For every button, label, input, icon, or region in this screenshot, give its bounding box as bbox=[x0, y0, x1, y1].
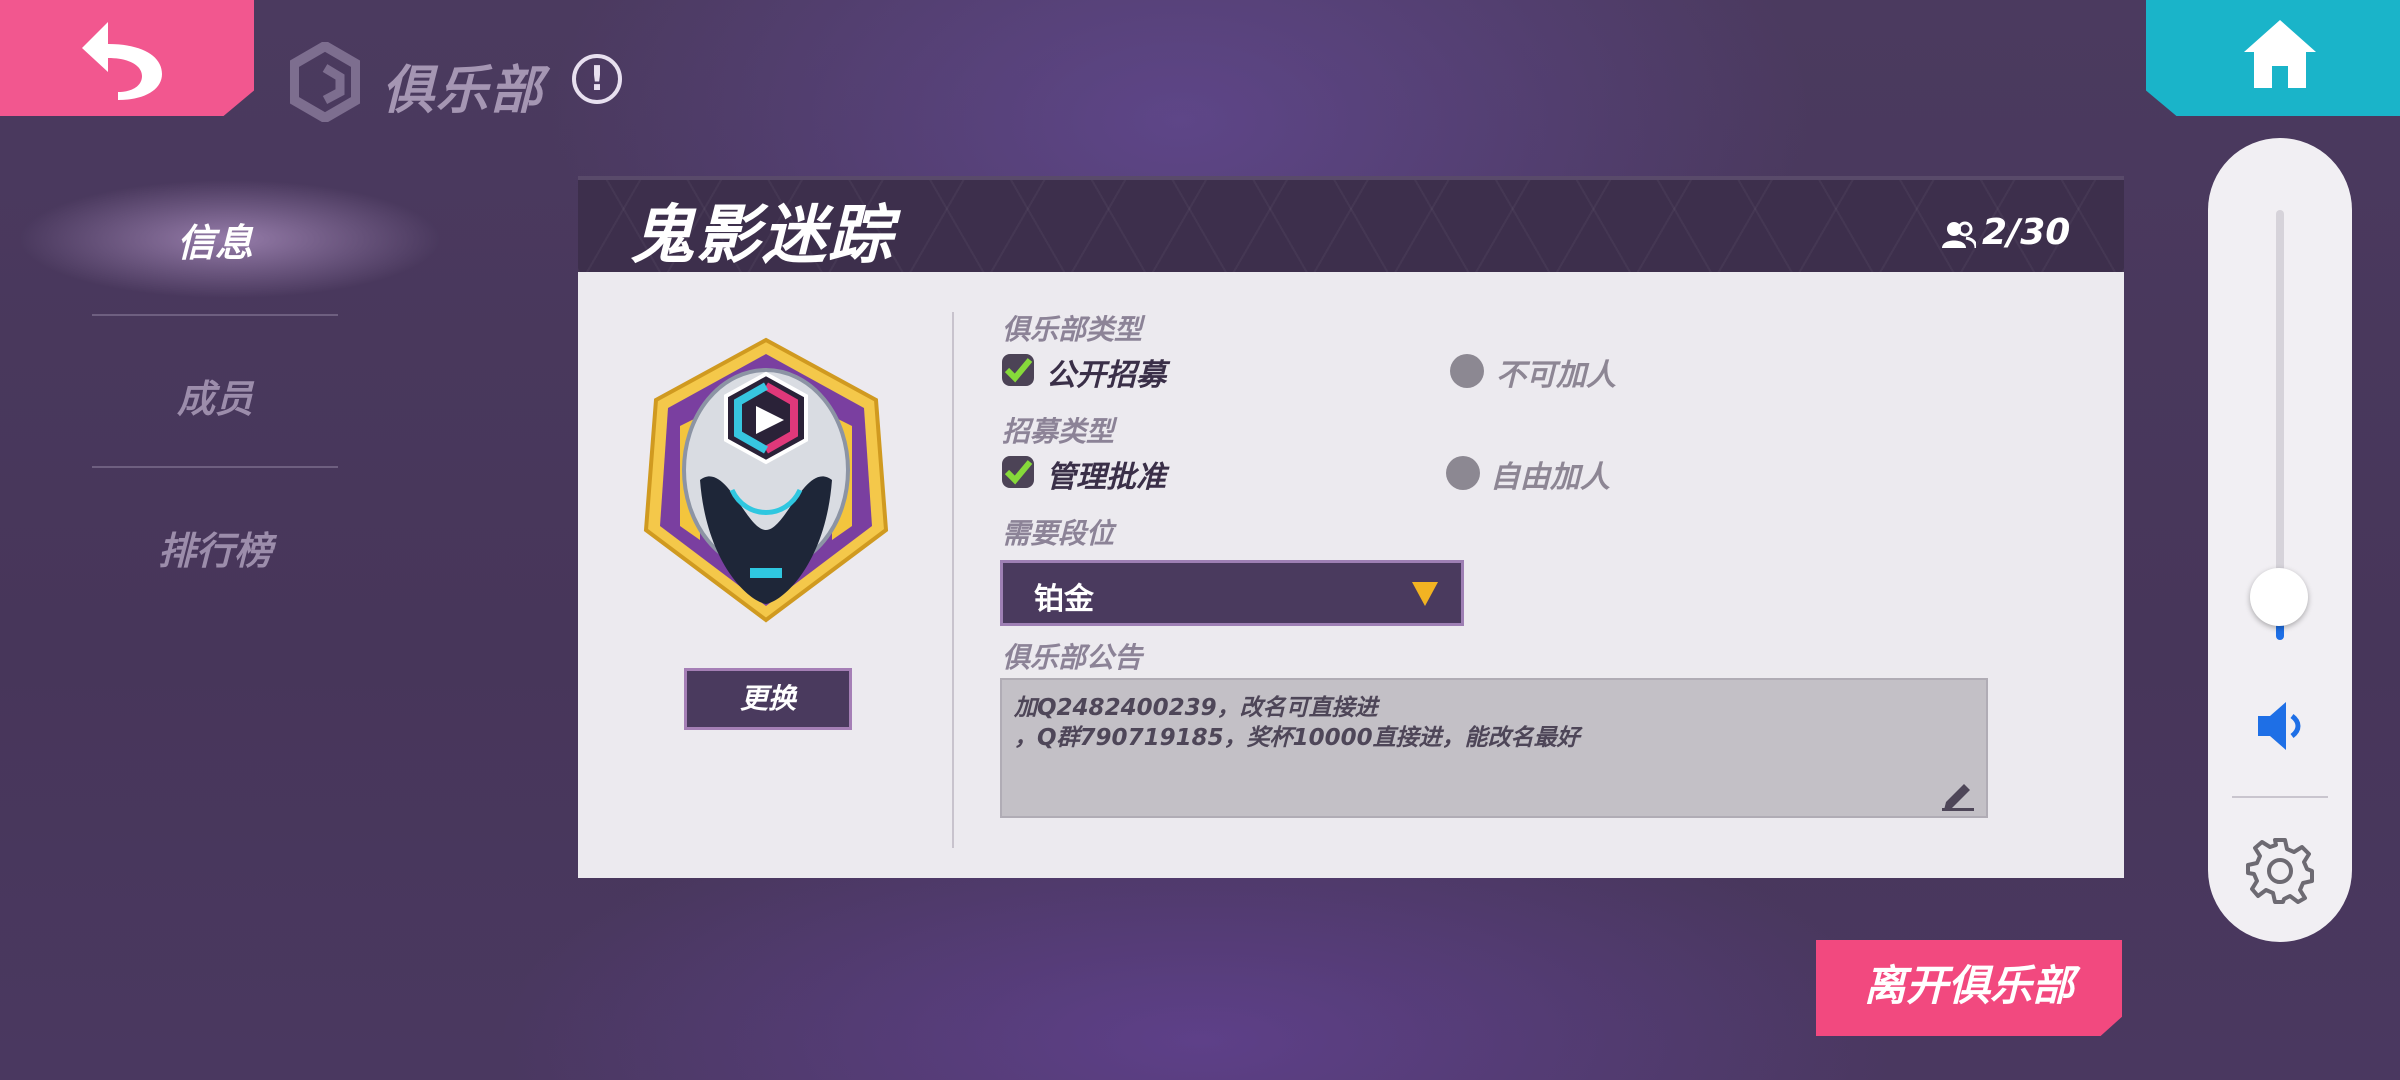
club-type-option-public[interactable]: 公开招募 bbox=[1046, 350, 1166, 394]
sidebar-divider bbox=[92, 466, 338, 468]
change-emblem-button[interactable]: 更换 bbox=[684, 668, 852, 730]
dropdown-arrow-icon bbox=[1412, 582, 1438, 606]
sidebar-item-members[interactable]: 成员 bbox=[60, 368, 370, 423]
club-type-label: 俱乐部类型 bbox=[1002, 313, 1143, 346]
recruit-type-option-free[interactable]: 自由加人 bbox=[1490, 452, 1610, 496]
home-icon bbox=[2244, 20, 2316, 88]
rank-value: 铂金 bbox=[1034, 582, 1094, 617]
recruit-type-option-approval[interactable]: 管理批准 bbox=[1046, 452, 1166, 496]
club-logo-icon bbox=[290, 42, 360, 122]
page-title: 俱乐部 bbox=[382, 61, 545, 121]
club-type-option-closed[interactable]: 不可加人 bbox=[1496, 350, 1616, 394]
sidebar-item-leaderboard[interactable]: 排行榜 bbox=[60, 520, 370, 575]
speaker-icon[interactable] bbox=[2256, 696, 2304, 756]
panel-divider bbox=[952, 312, 954, 848]
home-button[interactable] bbox=[2146, 0, 2400, 116]
volume-slider-handle[interactable] bbox=[2250, 568, 2308, 626]
notice-label: 俱乐部公告 bbox=[1002, 641, 1143, 674]
sidebar-item-info[interactable]: 信息 bbox=[60, 212, 370, 267]
back-arrow-icon bbox=[82, 22, 162, 100]
recruit-type-label: 招募类型 bbox=[1002, 415, 1115, 448]
info-icon[interactable]: ! bbox=[572, 54, 622, 104]
members-icon bbox=[1942, 221, 1976, 249]
club-type-radio-closed[interactable] bbox=[1450, 354, 1484, 388]
sidebar-divider bbox=[92, 314, 338, 316]
recruit-type-radio-free[interactable] bbox=[1446, 456, 1480, 490]
notice-line: 加Q2482400239，改名可直接进 bbox=[1014, 695, 1378, 721]
club-name: 鬼影迷踪 bbox=[630, 199, 894, 273]
edit-pencil-icon[interactable] bbox=[1940, 776, 1976, 812]
check-icon[interactable] bbox=[1000, 352, 1036, 388]
volume-panel-separator bbox=[2232, 796, 2328, 798]
notice-line: ，Q群790719185，奖杯10000直接进，能改名最好 bbox=[1014, 725, 1580, 751]
check-icon[interactable] bbox=[1000, 454, 1036, 490]
back-button[interactable] bbox=[0, 0, 254, 116]
gear-icon[interactable] bbox=[2246, 836, 2314, 904]
leave-club-button[interactable]: 离开俱乐部 bbox=[1816, 940, 2122, 1036]
rank-label: 需要段位 bbox=[1002, 517, 1115, 550]
member-count: 2/30 bbox=[1982, 212, 2071, 253]
club-emblem-icon[interactable] bbox=[636, 330, 896, 630]
